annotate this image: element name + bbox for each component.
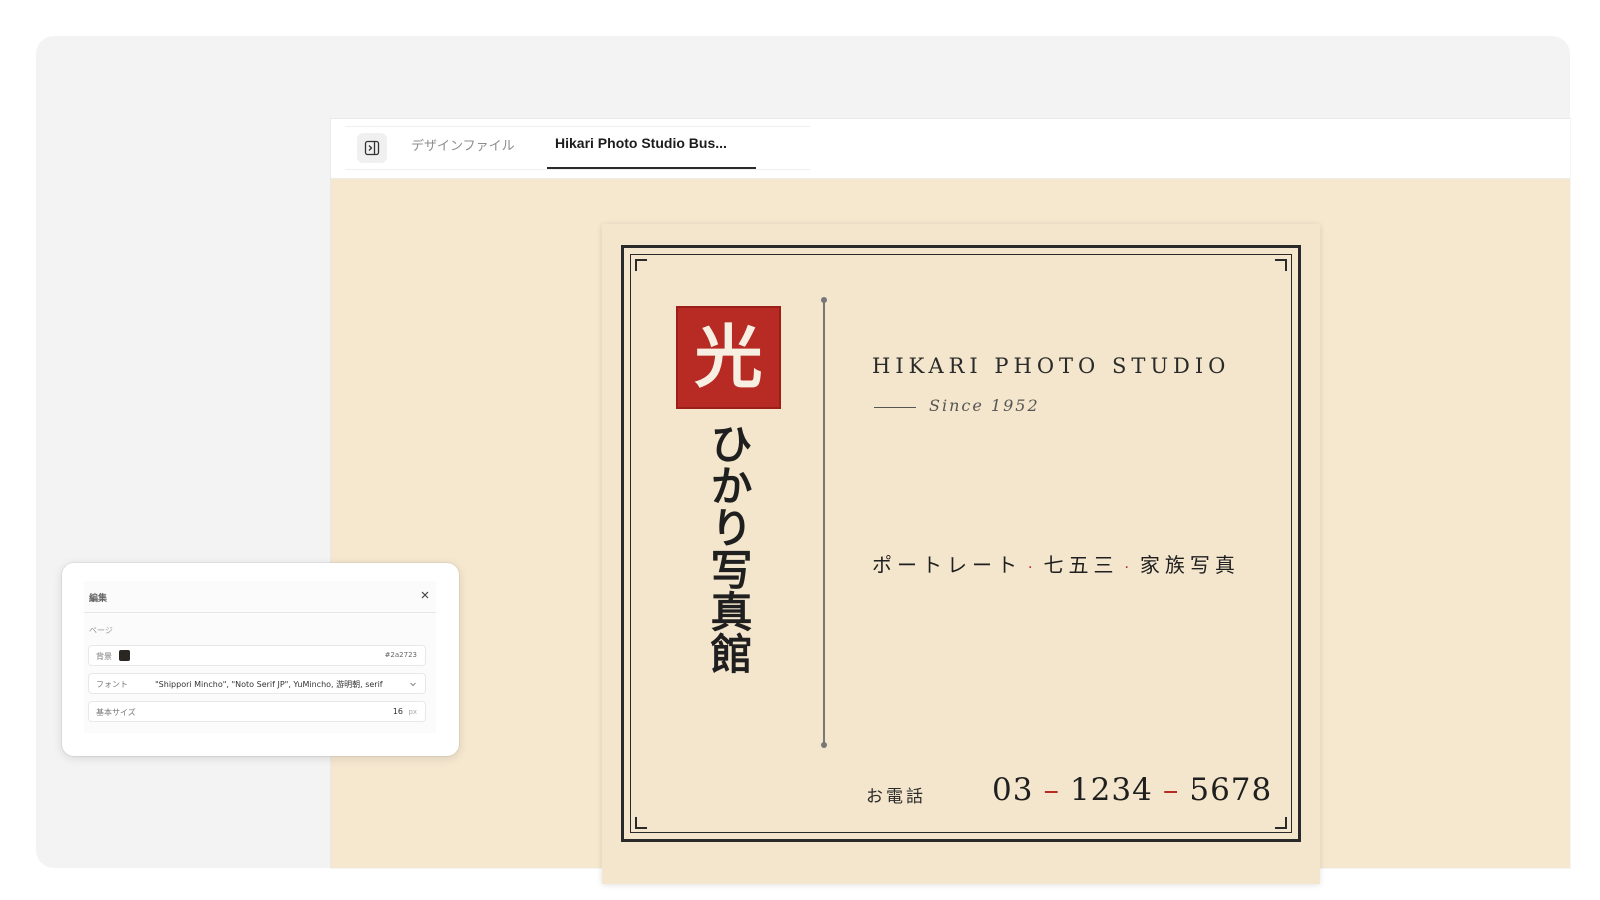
service-item: 七五三 [1043, 553, 1119, 577]
close-icon [421, 591, 429, 599]
chevron-down-icon [410, 682, 416, 687]
service-item: 家族写真 [1139, 553, 1240, 577]
tab-bar: デザインファイル Hikari Photo Studio Bus... [331, 119, 1570, 179]
sidebar-toggle-icon [364, 140, 380, 156]
tab-divider-top [345, 126, 810, 127]
background-color-field[interactable]: 背景 #2a2723 [88, 645, 426, 666]
business-card[interactable]: 光 ひかり写真館 HIKARI PHOTO STUDIO Since 1952 … [602, 224, 1320, 884]
base-size-field[interactable]: 基本サイズ 16 px [88, 701, 426, 722]
tab-design-file[interactable]: デザインファイル [411, 135, 515, 169]
studio-name-vertical: ひかり写真館 [704, 422, 753, 674]
base-size-value[interactable]: 16 [393, 707, 403, 716]
base-size-unit: px [408, 708, 417, 716]
seal-character: 光 [694, 317, 763, 398]
vertical-divider [823, 300, 825, 746]
service-separator: · [1124, 560, 1134, 576]
phone-number: 03–1234–5678 [992, 772, 1272, 808]
edit-panel-body: 編集 ページ 背景 #2a2723 フォント "Shippori Mincho"… [84, 581, 436, 733]
phone-part: 03 [992, 772, 1034, 808]
phone-label: お電話 [866, 787, 926, 807]
service-item: ポートレート [872, 553, 1022, 577]
phone-dash: – [1043, 772, 1060, 808]
corner-ornament [1275, 259, 1287, 271]
divider-dot [821, 297, 827, 303]
red-seal-logo: 光 [676, 306, 781, 409]
corner-ornament [635, 817, 647, 829]
phone-part: 5678 [1189, 772, 1273, 808]
font-value: "Shippori Mincho", "Noto Serif JP", YuMi… [155, 680, 383, 689]
edit-panel-title: 編集 [89, 594, 108, 604]
background-label: 背景 [96, 652, 112, 661]
studio-name-english: HIKARI PHOTO STUDIO [872, 354, 1231, 378]
edit-panel: 編集 ページ 背景 #2a2723 フォント "Shippori Mincho"… [62, 563, 459, 756]
background-hex: #2a2723 [384, 651, 417, 659]
close-button[interactable] [418, 588, 432, 602]
tab-business-card[interactable]: Hikari Photo Studio Bus... [547, 135, 756, 169]
since-rule [874, 407, 916, 408]
services-line: ポートレート · 七五三 · 家族写真 [872, 549, 1240, 578]
service-separator: · [1028, 560, 1038, 576]
font-label: フォント [96, 680, 128, 689]
base-size-label: 基本サイズ [96, 708, 136, 717]
corner-ornament [635, 259, 647, 271]
edit-panel-header: 編集 [84, 581, 436, 613]
divider-dot [821, 742, 827, 748]
phone-dash: – [1162, 772, 1180, 808]
since-text: Since 1952 [929, 396, 1040, 415]
phone-part: 1234 [1069, 772, 1153, 808]
tab-divider-bottom [345, 169, 810, 170]
font-select[interactable]: フォント "Shippori Mincho", "Noto Serif JP",… [88, 673, 426, 694]
sidebar-toggle-button[interactable] [357, 133, 387, 163]
corner-ornament [1275, 817, 1287, 829]
color-swatch[interactable] [119, 650, 130, 661]
section-label-page: ページ [89, 626, 113, 635]
